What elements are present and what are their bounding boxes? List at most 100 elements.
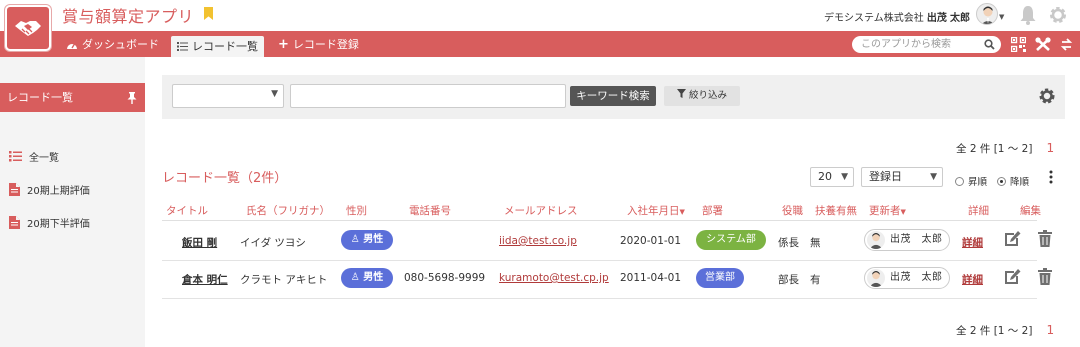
col-detail: 詳細 [968,205,989,217]
cell-email[interactable]: iida@test.co.jp [499,235,577,247]
person-icon: ♙ [350,272,360,283]
chevron-down-icon[interactable]: ▼ [999,13,1004,21]
cell-name[interactable]: 飯田 剛 [182,235,217,250]
cell-join-date: 2011-04-01 [620,272,682,284]
filter-button[interactable]: 絞り込み [664,86,740,106]
company-name: デモシステム株式会社 出茂 [824,13,947,24]
col-dept[interactable]: 部署 [702,203,723,218]
radio-indicator [997,176,1006,186]
nav-dashboard[interactable]: ダッシュボード [60,35,165,55]
top-bar: 賞与額算定アプリ デモシステム株式会社 出茂 太郎 ▼ [0,0,1080,51]
sidebar-heading: レコード一覧 [0,83,145,112]
edit-icon[interactable] [1004,268,1021,285]
sidebar-item-label: 20期上期評価 [27,186,90,197]
col-join-date[interactable]: 入社年月日▼ [627,203,685,218]
bell-icon[interactable] [1019,5,1037,25]
page-link[interactable]: 1 [1046,323,1054,337]
per-page-value: 20 [818,170,832,183]
dept-badge: システム部 [696,230,766,250]
col-role[interactable]: 役職 [782,203,803,218]
updater-chip[interactable]: 出茂 太郎 [864,267,950,289]
per-page-select[interactable]: 20 ▼ [810,167,854,187]
page-link[interactable]: 1 [1046,141,1054,155]
sort-caret-icon: ▼ [900,208,906,216]
sort-desc-radio[interactable]: 降順 [997,174,1029,188]
sort-asc-radio[interactable]: 昇順 [955,174,987,188]
pin-icon[interactable] [127,92,137,104]
filter-bar: ▼ キーワード検索 絞り込み [162,75,1065,119]
updater-name: 出茂 太郎 [890,234,943,245]
search-icon[interactable] [984,39,995,50]
sort-caret-icon: ▼ [679,208,685,216]
app-logo[interactable] [5,5,51,51]
list-title: レコード一覧（2件） [162,171,288,186]
keyword-search-button[interactable]: キーワード検索 [570,86,656,106]
nav-record-add-label: レコード登録 [292,38,359,51]
user-avatar[interactable] [976,3,998,25]
qr-code-icon[interactable] [1011,37,1026,52]
detail-link[interactable]: 詳細 [962,272,983,287]
chevron-down-icon: ▼ [271,89,278,99]
col-email[interactable]: メールアドレス [504,203,578,218]
cell-name[interactable]: 倉本 明仁 [182,272,228,287]
pager-bottom: 全 2 件 [1 ～ 2] 1 [956,323,1054,338]
nav-record-list-label: レコード一覧 [192,39,258,53]
chevron-down-icon: ▼ [841,172,848,182]
settings-gear-icon[interactable] [1038,87,1056,105]
tools-icon[interactable] [1035,37,1051,52]
nav-dashboard-label: ダッシュボード [82,38,159,51]
col-name-kana[interactable]: 氏名（フリガナ） [246,203,330,218]
col-title[interactable]: タイトル [166,203,208,218]
cell-email[interactable]: kuramoto@test.cp.jp [499,272,609,284]
cell-kana: クラモト アキヒト [240,274,328,286]
filter-icon [676,89,686,98]
gender-badge: ♙ 男性 [341,268,393,288]
gender-badge: ♙ 男性 [341,230,393,250]
handshake-icon [15,21,41,36]
radio-indicator [955,176,964,186]
row-divider [162,260,1037,261]
trash-icon[interactable] [1038,230,1052,247]
bookmark-icon[interactable] [204,7,213,20]
list-icon [9,151,22,162]
cell-role: 部長 [778,274,799,286]
header-divider [162,220,1037,221]
nav-record-add[interactable]: + レコード登録 [272,35,365,55]
col-phone[interactable]: 電話番号 [409,203,451,218]
col-gender[interactable]: 性別 [346,203,367,218]
keyword-input[interactable] [290,84,566,108]
cell-join-date: 2020-01-01 [620,235,682,247]
col-dependents[interactable]: 扶養有無 [815,203,857,218]
gear-icon[interactable] [1048,5,1068,25]
person-icon: ♙ [350,234,360,245]
sync-arrows-icon[interactable] [1060,37,1073,52]
dept-badge: 営業部 [696,268,744,288]
sort-field-select[interactable]: 登録日 ▼ [861,167,943,187]
pager-summary: 全 2 件 [1 ～ 2] [956,325,1033,337]
col-join-date-label: 入社年月日 [627,205,680,217]
app-title: 賞与額算定アプリ [62,7,195,26]
updater-chip[interactable]: 出茂 太郎 [864,229,950,251]
cell-kana: イイダ ツヨシ [240,237,306,249]
app-search-input[interactable]: このアプリから検索 [852,36,1001,53]
sidebar-item-second-half[interactable]: 20期下半評価 [9,215,90,230]
sidebar: レコード一覧 全一覧 20期上期評価 20期下半評価 [0,57,145,347]
detail-link[interactable]: 詳細 [962,235,983,250]
more-menu-icon[interactable] [1049,170,1053,184]
pager-top: 全 2 件 [1 ～ 2] 1 [956,141,1054,156]
edit-icon[interactable] [1004,230,1021,247]
sidebar-item-all[interactable]: 全一覧 [9,149,59,164]
nav-record-list[interactable]: レコード一覧 [171,36,264,57]
cell-role: 係長 [778,237,799,249]
col-updater[interactable]: 更新者▼ [869,203,906,218]
cell-phone: 080-5698-9999 [404,272,486,284]
trash-icon[interactable] [1038,268,1052,285]
chevron-down-icon: ▼ [930,172,937,182]
avatar [867,231,885,249]
main-content: ▼ キーワード検索 絞り込み 全 2 件 [1 ～ 2] 1 レコード一覧（2件）… [145,57,1080,347]
cell-dependents: 無 [810,237,821,249]
sidebar-item-first-half[interactable]: 20期上期評価 [9,182,90,197]
field-select[interactable]: ▼ [172,84,284,108]
updater-name: 出茂 太郎 [890,272,943,283]
pager-summary: 全 2 件 [1 ～ 2] [956,143,1033,155]
